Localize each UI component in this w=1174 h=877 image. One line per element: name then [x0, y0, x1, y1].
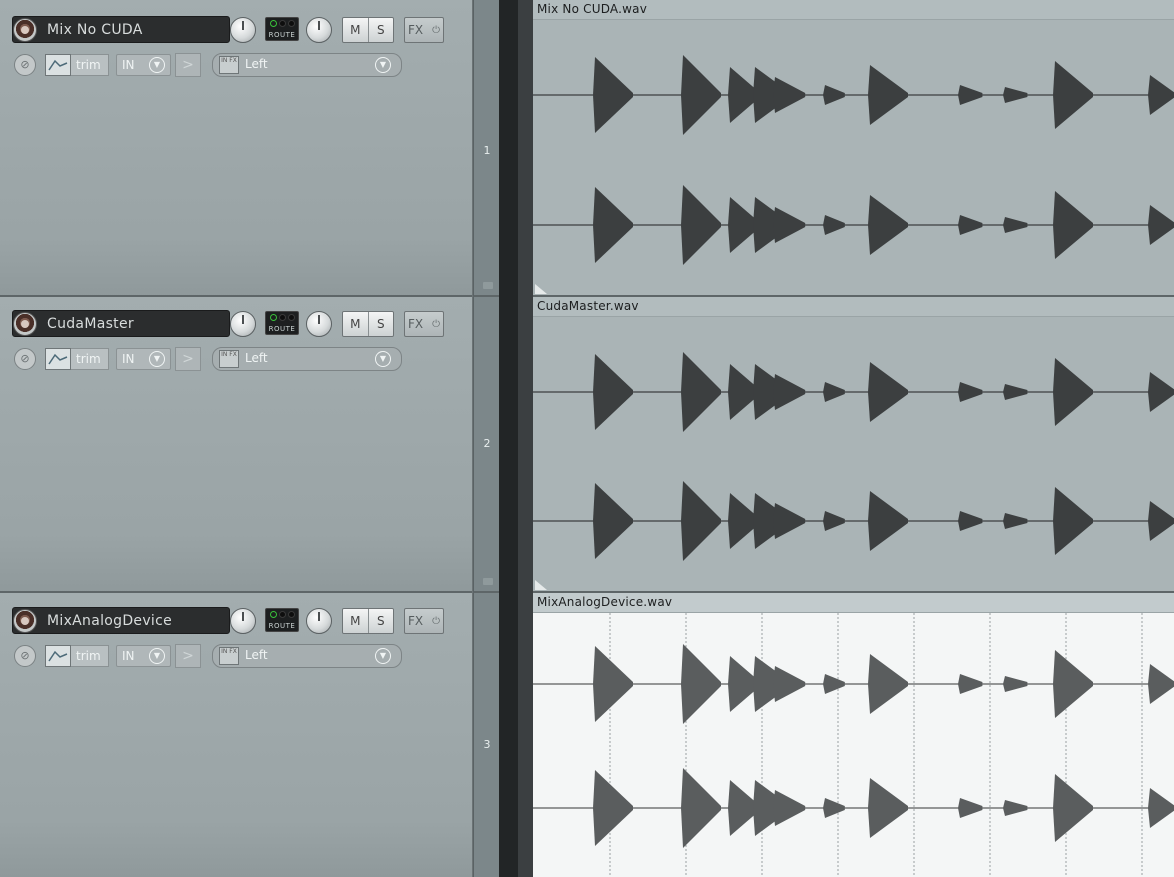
volume-knob[interactable]: [230, 17, 256, 43]
track-number: 2: [483, 437, 491, 450]
tcp-divider[interactable]: [499, 0, 533, 877]
track-lane-3[interactable]: MixAnalogDevice.wav: [533, 593, 1174, 877]
track-name-field[interactable]: CudaMaster: [12, 310, 230, 337]
record-arm-button[interactable]: [13, 312, 37, 336]
track-name-label: Mix No CUDA: [47, 22, 143, 38]
mute-button[interactable]: M: [343, 609, 368, 633]
in-fx-icon[interactable]: IN FX: [219, 647, 239, 665]
solo-button[interactable]: S: [367, 609, 393, 633]
media-item-header[interactable]: Mix No CUDA.wav: [533, 0, 1174, 20]
route-button[interactable]: ROUTE: [265, 608, 299, 632]
waveform: [533, 352, 1174, 561]
route-button[interactable]: ROUTE: [265, 311, 299, 335]
track-name-label: CudaMaster: [47, 316, 134, 332]
folder-icon[interactable]: [483, 282, 493, 289]
chevron-down-icon: ▼: [375, 648, 391, 664]
folder-icon[interactable]: [483, 578, 493, 585]
volume-knob[interactable]: [230, 608, 256, 634]
media-item-name: Mix No CUDA.wav: [537, 2, 648, 16]
fade-handle-icon[interactable]: [535, 284, 547, 294]
track-number: 1: [483, 144, 491, 157]
envelope-icon[interactable]: [45, 348, 71, 370]
track-name-label: MixAnalogDevice: [47, 613, 173, 629]
waveform: [533, 613, 1174, 877]
waveform-area[interactable]: [533, 317, 1174, 593]
record-arm-button[interactable]: [13, 18, 37, 42]
track-control-panel-3[interactable]: MixAnalogDevice ROUTE M S FX ⏻ ⊘ trim IN ▼…: [0, 593, 473, 877]
input-select-dropdown[interactable]: IN FX Left ▼: [212, 347, 402, 371]
media-item-name: MixAnalogDevice.wav: [537, 595, 673, 609]
track-number: 3: [483, 738, 491, 751]
solo-button[interactable]: S: [367, 18, 393, 42]
volume-knob[interactable]: [230, 311, 256, 337]
monitor-icon[interactable]: >: [175, 347, 201, 371]
fx-bypass-icon[interactable]: ⏻: [432, 616, 440, 627]
media-item-header[interactable]: MixAnalogDevice.wav: [533, 593, 1174, 613]
fx-bypass-icon[interactable]: ⏻: [432, 319, 440, 330]
in-fx-icon[interactable]: IN FX: [219, 350, 239, 368]
track-name-field[interactable]: MixAnalogDevice: [12, 607, 230, 634]
track-control-panel-1[interactable]: Mix No CUDA ROUTE M S FX ⏻ ⊘ trim IN ▼ > I…: [0, 0, 473, 297]
track-number-strip-2[interactable]: 2: [473, 297, 499, 593]
chevron-down-icon: ▼: [375, 57, 391, 73]
track-name-field[interactable]: Mix No CUDA: [12, 16, 230, 43]
phase-invert-button[interactable]: ⊘: [14, 645, 36, 667]
waveform: [533, 55, 1174, 265]
input-select-dropdown[interactable]: IN FX Left ▼: [212, 644, 402, 668]
pan-knob[interactable]: [306, 17, 332, 43]
chevron-down-icon: ▼: [149, 648, 165, 664]
phase-invert-button[interactable]: ⊘: [14, 54, 36, 76]
track-control-panel-2[interactable]: CudaMaster ROUTE M S FX ⏻ ⊘ trim IN ▼ > IN…: [0, 297, 473, 593]
track-lane-1[interactable]: Mix No CUDA.wav: [533, 0, 1174, 297]
mute-solo-group: M S: [342, 17, 394, 43]
monitor-icon[interactable]: >: [175, 53, 201, 77]
record-arm-button[interactable]: [13, 609, 37, 633]
mute-solo-group: M S: [342, 311, 394, 337]
input-button[interactable]: IN ▼: [116, 645, 171, 667]
fx-bypass-icon[interactable]: ⏻: [432, 25, 440, 36]
fx-button[interactable]: FX ⏻: [404, 311, 444, 337]
fx-button[interactable]: FX ⏻: [404, 608, 444, 634]
envelope-icon[interactable]: [45, 645, 71, 667]
solo-button[interactable]: S: [367, 312, 393, 336]
media-item-name: CudaMaster.wav: [537, 299, 639, 313]
chevron-down-icon: ▼: [149, 57, 165, 73]
media-item-header[interactable]: CudaMaster.wav: [533, 297, 1174, 317]
track-number-strip-3[interactable]: 3: [473, 593, 499, 877]
pan-knob[interactable]: [306, 608, 332, 634]
mute-button[interactable]: M: [343, 312, 368, 336]
envelope-icon[interactable]: [45, 54, 71, 76]
chevron-down-icon: ▼: [149, 351, 165, 367]
input-button[interactable]: IN ▼: [116, 348, 171, 370]
automation-mode-button[interactable]: trim: [71, 348, 109, 370]
fade-handle-icon[interactable]: [535, 580, 547, 590]
mute-button[interactable]: M: [343, 18, 368, 42]
input-select-dropdown[interactable]: IN FXMix No CUDA.wavLeft▼: [212, 53, 402, 77]
automation-mode-button[interactable]: trim: [71, 645, 109, 667]
waveform-area[interactable]: [533, 20, 1174, 297]
waveform-area[interactable]: [533, 613, 1174, 877]
input-button[interactable]: IN ▼: [116, 54, 171, 76]
in-fx-icon[interactable]: IN FX: [219, 56, 239, 74]
track-number-strip-1[interactable]: 1: [473, 0, 499, 297]
route-button[interactable]: ROUTE: [265, 17, 299, 41]
pan-knob[interactable]: [306, 311, 332, 337]
chevron-down-icon: ▼: [375, 351, 391, 367]
monitor-icon[interactable]: >: [175, 644, 201, 668]
track-lane-2[interactable]: CudaMaster.wav: [533, 297, 1174, 593]
mute-solo-group: M S: [342, 608, 394, 634]
automation-mode-button[interactable]: trim: [71, 54, 109, 76]
phase-invert-button[interactable]: ⊘: [14, 348, 36, 370]
fx-button[interactable]: FX ⏻: [404, 17, 444, 43]
